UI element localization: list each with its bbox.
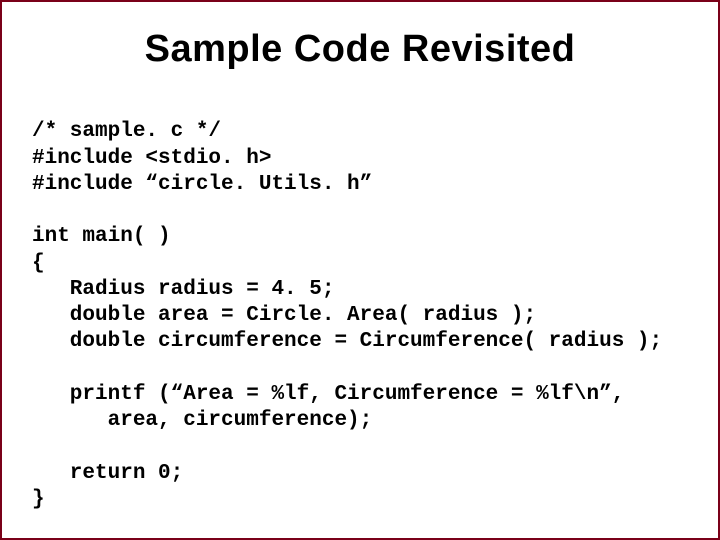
code-line: area, circumference); (32, 409, 372, 432)
slide-title: Sample Code Revisited (32, 28, 688, 71)
code-line: double area = Circle. Area( radius ); (32, 304, 536, 327)
code-line: { (32, 252, 45, 275)
code-line: #include “circle. Utils. h” (32, 173, 372, 196)
code-line: #include <stdio. h> (32, 147, 271, 170)
code-block: /* sample. c */ #include <stdio. h> #inc… (32, 93, 688, 539)
slide-frame: Sample Code Revisited /* sample. c */ #i… (0, 0, 720, 540)
code-line: } (32, 488, 45, 511)
code-line: /* sample. c */ (32, 120, 221, 143)
code-line: Radius radius = 4. 5; (32, 278, 334, 301)
code-line: double circumference = Circumference( ra… (32, 330, 662, 353)
code-line: printf (“Area = %lf, Circumference = %lf… (32, 383, 624, 406)
code-line: return 0; (32, 462, 183, 485)
code-line: int main( ) (32, 225, 171, 248)
